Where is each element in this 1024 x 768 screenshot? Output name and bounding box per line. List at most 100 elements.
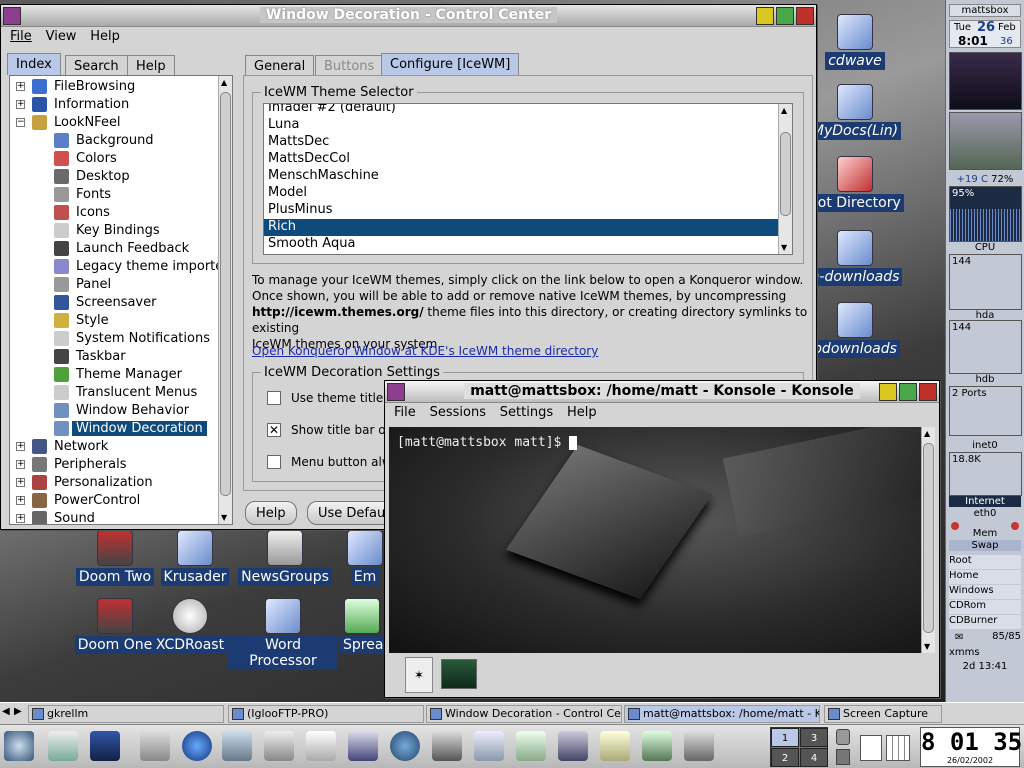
task-gkrellm[interactable]: gkrellm — [28, 705, 224, 723]
theme-list-item[interactable]: Rich — [264, 219, 778, 236]
taskbar-scroll-left-icon[interactable]: ◀ — [2, 706, 10, 717]
menu-button-checkbox[interactable] — [267, 455, 281, 469]
menu-view[interactable]: View — [41, 27, 82, 46]
theme-list-item[interactable]: Infadel #2 (default) — [264, 104, 778, 117]
theme-list-scrollbar[interactable]: ▲ ▼ — [778, 104, 792, 254]
task-konsole[interactable]: matt@mattsbox: /home/matt - Konsole — [624, 705, 820, 723]
gk-mount-cdburner[interactable]: CDBurner — [949, 615, 1021, 629]
logout-icon[interactable] — [836, 749, 850, 765]
tab-configure-icewm[interactable]: Configure [IceWM] — [381, 53, 520, 75]
tree-item[interactable]: Fonts — [10, 186, 216, 204]
desktop-icon-spreadsheet[interactable]: Spread — [340, 598, 396, 654]
scroll-thumb[interactable] — [780, 132, 791, 216]
tree-item[interactable]: Theme Manager — [10, 366, 216, 384]
tree-item[interactable]: + Information — [10, 96, 216, 114]
tree-item[interactable]: Legacy theme importer — [10, 258, 229, 276]
tree-item[interactable]: + Peripherals — [10, 456, 216, 474]
desktop-icon-newsgroups[interactable]: NewsGroups — [230, 530, 340, 586]
spreadsheet-app-icon[interactable] — [516, 731, 546, 761]
scroll-up-arrow-icon[interactable]: ▲ — [781, 106, 787, 115]
tree-item[interactable]: Colors — [10, 150, 216, 168]
editor-icon[interactable] — [474, 731, 504, 761]
tree-item[interactable]: Window Behavior — [10, 402, 216, 420]
theme-list-item[interactable]: MattsDecCol — [264, 151, 778, 168]
lock-icon[interactable] — [836, 729, 850, 745]
theme-list[interactable]: Infadel #2 (default) Luna MattsDec MattsDec… — [263, 103, 793, 255]
tree-item[interactable]: Desktop — [10, 168, 216, 186]
pager-desktop-2[interactable]: 2 — [771, 748, 799, 767]
tree-item[interactable]: + Network — [10, 438, 216, 456]
tab-buttons[interactable]: Buttons — [315, 55, 384, 77]
tree-item[interactable]: Window Decoration — [10, 420, 216, 438]
news-icon[interactable] — [306, 731, 336, 761]
system-tools-icon[interactable] — [432, 731, 462, 761]
scroll-thumb[interactable] — [220, 92, 231, 496]
mail-client-icon[interactable] — [348, 731, 378, 761]
scroll-down-arrow-icon[interactable]: ▼ — [924, 642, 930, 651]
use-theme-title-checkbox[interactable] — [267, 391, 281, 405]
image-viewer-icon[interactable] — [558, 731, 588, 761]
tree-item[interactable]: Background — [10, 132, 216, 150]
close-button[interactable] — [796, 7, 814, 25]
menu-file[interactable]: File — [389, 403, 421, 422]
tree-item[interactable]: + PowerControl — [10, 492, 216, 510]
tree-item[interactable]: Screensaver — [10, 294, 216, 312]
menu-settings[interactable]: Settings — [495, 403, 558, 422]
gk-xmms[interactable]: xmms — [949, 647, 1021, 661]
theme-list-item[interactable]: MenschMaschine — [264, 168, 778, 185]
desktop-icon-word-processor[interactable]: Word Processor — [228, 598, 338, 670]
tree-item[interactable]: + FileBrowsing — [10, 78, 216, 96]
menu-help[interactable]: Help — [562, 403, 602, 422]
tree-item[interactable]: Translucent Menus — [10, 384, 216, 402]
disk-icon[interactable] — [642, 731, 672, 761]
konsole-titlebar[interactable]: matt@mattsbox: /home/matt - Konsole - Ko… — [385, 381, 939, 403]
expander-icon[interactable]: + — [16, 460, 25, 469]
pager-desktop-1[interactable]: 1 — [771, 728, 799, 747]
minimize-button[interactable] — [756, 7, 774, 25]
menu-file[interactable]: File — [5, 27, 37, 46]
theme-list-item[interactable]: PlusMinus — [264, 202, 778, 219]
kde-menu-icon[interactable] — [4, 731, 34, 761]
tree-item[interactable]: − LookNFeel — [10, 114, 216, 132]
home-folder-icon[interactable] — [140, 731, 170, 761]
tree-item[interactable]: Taskbar — [10, 348, 216, 366]
konqueror-icon[interactable] — [222, 731, 252, 761]
task-screen-capture[interactable]: Screen Capture — [824, 705, 942, 723]
expander-icon[interactable]: + — [16, 478, 25, 487]
maximize-button[interactable] — [899, 383, 917, 401]
pager-desktop-3[interactable]: 3 — [800, 728, 828, 747]
expander-icon[interactable]: + — [16, 496, 25, 505]
expander-icon[interactable]: + — [16, 82, 25, 91]
tree-item[interactable]: Key Bindings — [10, 222, 216, 240]
tree-item[interactable]: System Notifications — [10, 330, 216, 348]
theme-list-item[interactable]: Model — [264, 185, 778, 202]
tree-item[interactable]: Icons — [10, 204, 216, 222]
expander-icon[interactable]: − — [16, 118, 25, 127]
expander-icon[interactable]: + — [16, 514, 25, 523]
tree-item[interactable]: + Personalization — [10, 474, 216, 492]
show-title-bar-checkbox[interactable]: ✕ — [267, 423, 281, 437]
tree-item[interactable]: Style — [10, 312, 216, 330]
panel-clock[interactable]: 8 01 35 26/02/2002 — [920, 727, 1022, 767]
scroll-up-arrow-icon[interactable]: ▲ — [221, 78, 227, 87]
control-center-titlebar[interactable]: Window Decoration - Control Center — [1, 5, 816, 27]
tab-help-left[interactable]: Help — [127, 55, 175, 77]
terminal-icon[interactable] — [90, 731, 120, 761]
terminal-scrollbar[interactable]: ▲ ▼ — [921, 427, 935, 653]
maximize-button[interactable] — [776, 7, 794, 25]
browser-icon[interactable] — [390, 731, 420, 761]
help-button[interactable]: Help — [245, 501, 297, 525]
scroll-thumb[interactable] — [923, 443, 934, 633]
session-tab-icon[interactable] — [441, 659, 477, 689]
gk-mount-cdrom[interactable]: CDRom — [949, 600, 1021, 614]
gk-mount-windows[interactable]: Windows — [949, 585, 1021, 599]
expander-icon[interactable]: + — [16, 100, 25, 109]
task-iglooftp[interactable]: (IglooFTP-PRO) — [228, 705, 424, 723]
tab-index[interactable]: Index — [7, 53, 61, 75]
pager-desktop-4[interactable]: 4 — [800, 748, 828, 767]
konqueror-link[interactable]: Open Konqueror Window at KDE's IceWM the… — [252, 344, 598, 358]
clipboard-icon[interactable] — [860, 735, 882, 761]
info-center-icon[interactable] — [182, 731, 212, 761]
archive-icon[interactable] — [684, 731, 714, 761]
menu-sessions[interactable]: Sessions — [425, 403, 491, 422]
